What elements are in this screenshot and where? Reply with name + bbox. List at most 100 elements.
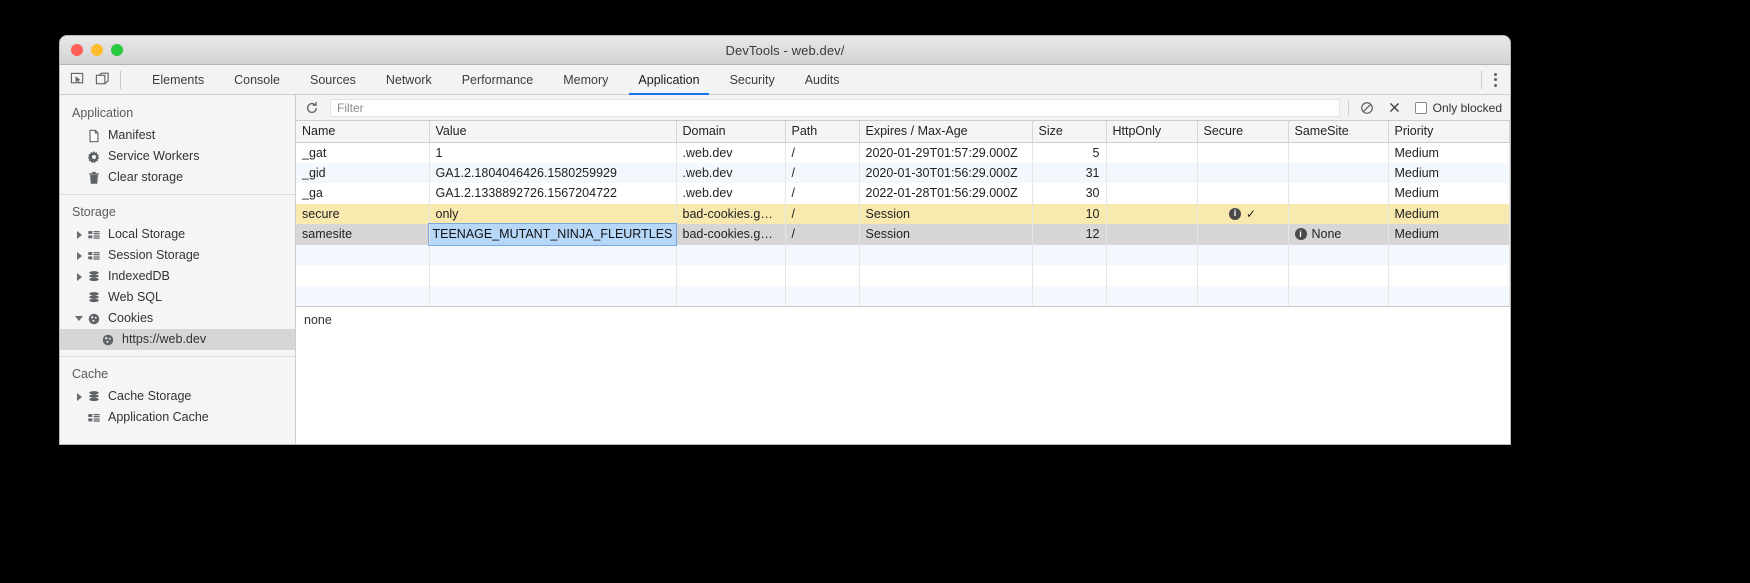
cell-samesite[interactable] [1288, 203, 1389, 224]
table-body[interactable]: _gat 1 .web.dev / 2020-01-29T01:57:29.000Z 5 M… [296, 142, 1510, 306]
cell-domain[interactable]: bad-cookies.g… [676, 203, 786, 224]
cell-value[interactable]: 1 [429, 142, 677, 163]
application-sidebar[interactable]: Application Manifest Service Workers Clear … [60, 95, 296, 444]
chevron-right-icon[interactable] [72, 273, 86, 281]
column-header-samesite[interactable]: SameSite [1288, 121, 1389, 143]
cell-expires[interactable]: 2020-01-30T01:56:29.000Z [859, 162, 1033, 183]
cell-size[interactable]: 31 [1032, 162, 1107, 183]
chevron-down-icon[interactable] [72, 316, 86, 321]
cell-path[interactable]: / [785, 142, 860, 163]
sidebar-item-application-cache[interactable]: Application Cache [60, 407, 295, 428]
cell-httponly[interactable] [1106, 224, 1198, 245]
cell-priority[interactable]: Medium [1388, 224, 1510, 245]
info-icon[interactable]: i [1294, 228, 1307, 241]
kebab-menu-icon[interactable] [1492, 71, 1499, 89]
only-blocked-checkbox[interactable]: Only blocked [1413, 101, 1502, 115]
cell-path[interactable]: / [785, 224, 860, 245]
sidebar-item-service-workers[interactable]: Service Workers [60, 146, 295, 167]
column-header-priority[interactable]: Priority [1388, 121, 1510, 143]
cookies-table[interactable]: Name Value Domain Path Expires / Max-Age Size… [296, 121, 1510, 306]
cell-samesite[interactable] [1288, 183, 1389, 204]
cell-priority[interactable]: Medium [1388, 203, 1510, 224]
table-row[interactable]: _gid GA1.2.1804046426.1580259929 .web.dev /… [296, 162, 1510, 183]
column-header-name[interactable]: Name [296, 121, 430, 143]
cell-priority[interactable]: Medium [1388, 183, 1510, 204]
cell-domain[interactable]: .web.dev [676, 142, 786, 163]
checkbox-box[interactable] [1414, 101, 1427, 114]
cell-secure[interactable] [1197, 183, 1289, 204]
table-row[interactable]: secure only bad-cookies.g… / Session 10 i ✓ Medi… [296, 203, 1510, 224]
cell-secure[interactable] [1197, 142, 1289, 163]
cell-expires[interactable]: 2022-01-28T01:56:29.000Z [859, 183, 1033, 204]
inspect-cursor-icon[interactable] [70, 72, 85, 87]
cell-value[interactable]: TEENAGE_MUTANT_NINJA_FLEURTLES [428, 223, 677, 246]
sidebar-item-cookies[interactable]: Cookies [60, 308, 295, 329]
table-row[interactable]: _gat 1 .web.dev / 2020-01-29T01:57:29.000Z 5 M… [296, 142, 1510, 163]
sidebar-item-clear-storage[interactable]: Clear storage [60, 167, 295, 188]
column-header-secure[interactable]: Secure [1197, 121, 1289, 143]
column-header-expires-max-age[interactable]: Expires / Max-Age [859, 121, 1033, 143]
cell-path[interactable]: / [785, 203, 860, 224]
sidebar-item-cache-storage[interactable]: Cache Storage [60, 386, 295, 407]
cell-httponly[interactable] [1106, 142, 1198, 163]
tab-sources[interactable]: Sources [295, 65, 371, 94]
cell-secure[interactable] [1197, 162, 1289, 183]
column-header-size[interactable]: Size [1032, 121, 1107, 143]
tab-security[interactable]: Security [715, 65, 790, 94]
cell-size[interactable]: 5 [1032, 142, 1107, 163]
chevron-right-icon[interactable] [72, 252, 86, 260]
column-header-httponly[interactable]: HttpOnly [1106, 121, 1198, 143]
sidebar-item-local-storage[interactable]: Local Storage [60, 224, 295, 245]
cell-secure[interactable] [1197, 224, 1289, 245]
sidebar-item-https-web-dev[interactable]: https://web.dev [60, 329, 295, 350]
value-edit-input[interactable]: TEENAGE_MUTANT_NINJA_FLEURTLES [432, 227, 673, 242]
cell-name[interactable]: _gat [296, 142, 430, 163]
tab-console[interactable]: Console [219, 65, 295, 94]
tab-network[interactable]: Network [371, 65, 447, 94]
cell-httponly[interactable] [1106, 162, 1198, 183]
chevron-right-icon[interactable] [72, 231, 86, 239]
cell-size[interactable]: 30 [1032, 183, 1107, 204]
cell-name[interactable]: _gid [296, 162, 430, 183]
cell-value[interactable]: GA1.2.1338892726.1567204722 [429, 183, 677, 204]
cell-samesite[interactable] [1288, 162, 1389, 183]
info-icon[interactable]: i [1228, 207, 1241, 220]
refresh-icon[interactable] [302, 98, 322, 118]
cell-size[interactable]: 12 [1032, 224, 1107, 245]
tab-audits[interactable]: Audits [790, 65, 855, 94]
cell-priority[interactable]: Medium [1388, 142, 1510, 163]
filter-input[interactable] [330, 98, 1340, 117]
device-toolbar-icon[interactable] [95, 72, 110, 87]
sidebar-item-indexeddb[interactable]: IndexedDB [60, 266, 295, 287]
block-clear-icon[interactable] [1357, 98, 1377, 118]
column-header-domain[interactable]: Domain [676, 121, 786, 143]
cell-httponly[interactable] [1106, 203, 1198, 224]
cell-expires[interactable]: Session [859, 203, 1033, 224]
column-header-value[interactable]: Value [429, 121, 677, 143]
cell-domain[interactable]: .web.dev [676, 162, 786, 183]
chevron-right-icon[interactable] [72, 393, 86, 401]
tab-performance[interactable]: Performance [447, 65, 549, 94]
sidebar-item-web-sql[interactable]: Web SQL [60, 287, 295, 308]
cell-size[interactable]: 10 [1032, 203, 1107, 224]
cell-path[interactable]: / [785, 162, 860, 183]
cell-httponly[interactable] [1106, 183, 1198, 204]
cell-secure[interactable]: i ✓ [1197, 203, 1289, 224]
tab-application[interactable]: Application [623, 65, 714, 95]
tab-memory[interactable]: Memory [548, 65, 623, 94]
cell-name[interactable]: _ga [296, 183, 430, 204]
cell-name[interactable]: samesite [296, 224, 430, 245]
cell-samesite[interactable] [1288, 142, 1389, 163]
cell-samesite[interactable]: i None [1288, 224, 1389, 245]
cell-priority[interactable]: Medium [1388, 162, 1510, 183]
cell-value[interactable]: only [429, 203, 677, 224]
cell-domain[interactable]: bad-cookies.g… [676, 224, 786, 245]
cell-expires[interactable]: Session [859, 224, 1033, 245]
column-header-path[interactable]: Path [785, 121, 860, 143]
cell-path[interactable]: / [785, 183, 860, 204]
sidebar-item-manifest[interactable]: Manifest [60, 125, 295, 146]
sidebar-item-session-storage[interactable]: Session Storage [60, 245, 295, 266]
table-row[interactable]: samesite TEENAGE_MUTANT_NINJA_FLEURTLES ba… [296, 223, 1510, 246]
cell-name[interactable]: secure [296, 203, 430, 224]
table-row[interactable]: _ga GA1.2.1338892726.1567204722 .web.dev / 2… [296, 183, 1510, 204]
